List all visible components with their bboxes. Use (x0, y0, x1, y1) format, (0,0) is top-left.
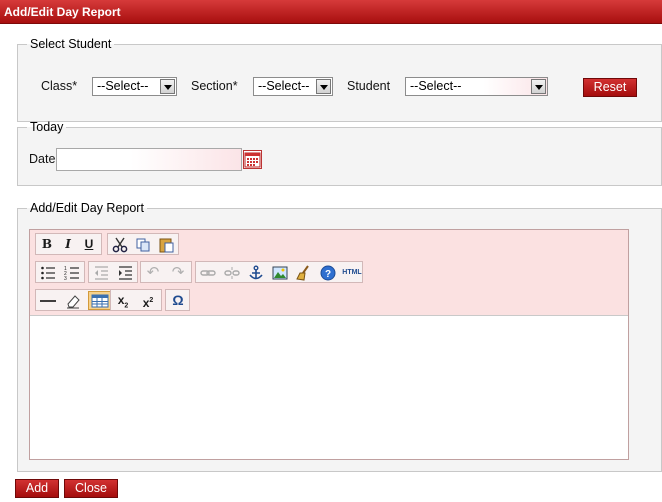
student-select[interactable]: --Select-- (405, 77, 548, 96)
close-button[interactable]: Close (64, 479, 118, 498)
select-student-legend: Select Student (30, 37, 112, 51)
toolbar-group-clipboard (107, 233, 179, 255)
window-title: Add/Edit Day Report (0, 0, 662, 24)
toolbar-group-charmap: Ω (165, 289, 190, 311)
editor-content-area[interactable] (30, 316, 628, 459)
section-select-value: --Select-- (258, 79, 310, 93)
calendar-icon (244, 152, 261, 168)
chevron-down-icon (160, 79, 175, 94)
editor-toolbar: B I U 123 ↶ ↷ ? HTML x2 x2 Ω (30, 230, 628, 316)
undo-icon[interactable]: ↶ (143, 263, 163, 282)
horizontal-rule-icon[interactable] (38, 291, 58, 310)
svg-text:?: ? (325, 269, 331, 280)
subscript-icon[interactable]: x2 (113, 291, 133, 310)
date-label: Date (29, 152, 56, 166)
help-icon[interactable]: ? (318, 263, 338, 282)
date-input[interactable] (56, 148, 242, 171)
toolbar-group-sub-sup: x2 x2 (110, 289, 162, 311)
chevron-down-icon (531, 79, 546, 94)
underline-icon[interactable]: U (79, 235, 99, 254)
italic-icon[interactable]: I (58, 235, 78, 254)
copy-icon[interactable] (133, 235, 153, 254)
bulleted-list-icon[interactable] (38, 263, 58, 282)
table-icon[interactable] (88, 291, 112, 310)
outdent-icon[interactable] (91, 263, 111, 282)
add-button[interactable]: Add (15, 479, 59, 498)
day-report-legend: Add/Edit Day Report (30, 201, 144, 215)
reset-button[interactable]: Reset (583, 78, 637, 97)
html-icon[interactable]: HTML (340, 263, 364, 282)
image-icon[interactable] (270, 263, 290, 282)
redo-icon[interactable]: ↷ (168, 263, 188, 282)
calendar-button[interactable] (243, 150, 262, 169)
chevron-down-icon (316, 79, 331, 94)
toolbar-group-lists: 123 (35, 261, 85, 283)
section-label: Section* (191, 79, 238, 93)
paste-icon[interactable] (156, 235, 176, 254)
student-label: Student (347, 79, 391, 93)
svg-text:3: 3 (64, 276, 67, 281)
toolbar-group-insert: ? HTML (195, 261, 363, 283)
special-char-icon[interactable]: Ω (168, 291, 188, 310)
cleanup-icon[interactable] (294, 263, 314, 282)
today-legend: Today (30, 120, 64, 134)
cut-icon[interactable] (110, 235, 130, 254)
class-select-value: --Select-- (97, 79, 149, 93)
toolbar-group-format: B I U (35, 233, 102, 255)
student-select-value: --Select-- (410, 79, 462, 93)
indent-icon[interactable] (115, 263, 135, 282)
class-label: Class* (41, 79, 78, 93)
anchor-icon[interactable] (246, 263, 266, 282)
link-icon[interactable] (198, 263, 218, 282)
unlink-icon[interactable] (222, 263, 242, 282)
toolbar-group-indent (88, 261, 138, 283)
class-select[interactable]: --Select-- (92, 77, 177, 96)
eraser-icon[interactable] (63, 291, 83, 310)
toolbar-group-history: ↶ ↷ (140, 261, 192, 283)
numbered-list-icon[interactable]: 123 (62, 263, 82, 282)
superscript-icon[interactable]: x2 (138, 291, 158, 310)
rich-text-editor: B I U 123 ↶ ↷ ? HTML x2 x2 Ω (29, 229, 629, 460)
bold-icon[interactable]: B (37, 235, 57, 254)
section-select[interactable]: --Select-- (253, 77, 333, 96)
